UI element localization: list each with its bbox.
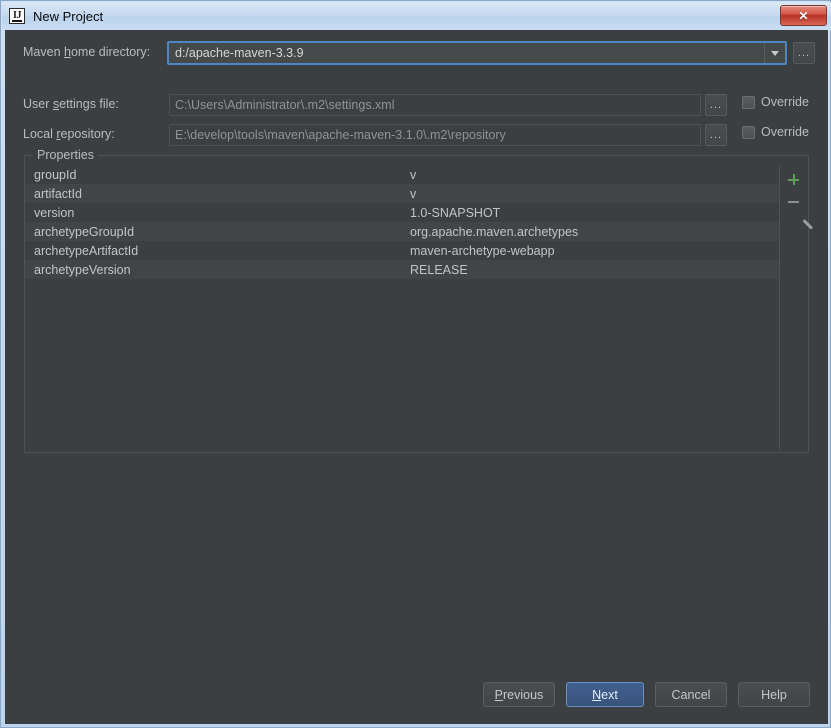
property-value[interactable]: v <box>410 168 779 182</box>
help-button[interactable]: Help <box>738 682 810 707</box>
close-icon: ✕ <box>798 8 809 23</box>
local-repository-override-toggle[interactable]: Override <box>742 125 809 139</box>
properties-table[interactable]: groupId v artifactId v version 1.0-SNAPS… <box>25 165 780 451</box>
properties-group-title: Properties <box>33 148 98 162</box>
table-row[interactable]: archetypeVersion RELEASE <box>25 260 779 279</box>
resize-grip[interactable] <box>816 713 828 725</box>
checkbox-icon[interactable] <box>742 125 755 139</box>
properties-toolbar <box>780 165 808 451</box>
table-row[interactable]: groupId v <box>25 165 779 184</box>
table-row[interactable]: version 1.0-SNAPSHOT <box>25 203 779 222</box>
property-key: groupId <box>34 167 77 182</box>
title-bar: IJ New Project ✕ <box>2 2 831 30</box>
table-row[interactable]: artifactId v <box>25 184 779 203</box>
add-property-button[interactable] <box>784 170 804 190</box>
property-key: archetypeGroupId <box>34 224 135 239</box>
local-repository-override-label: Override <box>761 125 809 139</box>
property-value[interactable]: RELEASE <box>410 263 779 277</box>
local-repository-browse-button[interactable]: ... <box>705 124 727 146</box>
checkbox-icon[interactable] <box>742 95 755 109</box>
previous-button[interactable]: Previous <box>483 682 555 707</box>
user-settings-row: User settings file: C:\Users\Administrat… <box>5 93 828 117</box>
maven-home-value[interactable]: d:/apache-maven-3.3.9 <box>169 46 764 60</box>
user-settings-override-label: Override <box>761 95 809 109</box>
property-key: artifactId <box>34 186 82 201</box>
dialog-content: Maven home directory: d:/apache-maven-3.… <box>5 30 828 724</box>
user-settings-browse-button[interactable]: ... <box>705 94 727 116</box>
property-key: version <box>34 205 75 220</box>
user-settings-label: User settings file: <box>23 97 119 111</box>
dialog-window: IJ New Project ✕ Maven home directory: d… <box>0 0 831 728</box>
properties-panel: groupId v artifactId v version 1.0-SNAPS… <box>25 165 808 451</box>
table-row[interactable]: archetypeGroupId org.apache.maven.archet… <box>25 222 779 241</box>
property-value[interactable]: maven-archetype-webapp <box>410 244 779 258</box>
maven-home-browse-button[interactable]: ... <box>793 42 815 64</box>
intellij-idea-icon: IJ <box>9 8 25 24</box>
user-settings-override-toggle[interactable]: Override <box>742 95 809 109</box>
property-value[interactable]: v <box>410 187 779 201</box>
property-key: archetypeArtifactId <box>34 243 139 258</box>
table-row[interactable]: archetypeArtifactId maven-archetype-weba… <box>25 241 779 260</box>
maven-home-combo[interactable]: d:/apache-maven-3.3.9 <box>167 41 787 65</box>
property-key: archetypeVersion <box>34 262 131 277</box>
property-value[interactable]: org.apache.maven.archetypes <box>410 225 779 239</box>
property-value[interactable]: 1.0-SNAPSHOT <box>410 206 779 220</box>
remove-property-button[interactable] <box>784 192 804 212</box>
window-title: New Project <box>33 8 104 24</box>
local-repository-row: Local repository: E:\develop\tools\maven… <box>5 123 828 147</box>
cancel-button[interactable]: Cancel <box>655 682 727 707</box>
edit-property-button[interactable] <box>784 214 804 234</box>
local-repository-label: Local repository: <box>23 127 115 141</box>
local-repository-input[interactable]: E:\develop\tools\maven\apache-maven-3.1.… <box>169 124 701 146</box>
maven-home-row: Maven home directory: d:/apache-maven-3.… <box>5 41 828 65</box>
chevron-down-icon[interactable] <box>764 43 785 63</box>
maven-home-label: Maven home directory: <box>23 45 151 59</box>
next-button[interactable]: Next <box>566 682 644 707</box>
user-settings-input[interactable]: C:\Users\Administrator\.m2\settings.xml <box>169 94 701 116</box>
close-button[interactable]: ✕ <box>780 5 827 26</box>
